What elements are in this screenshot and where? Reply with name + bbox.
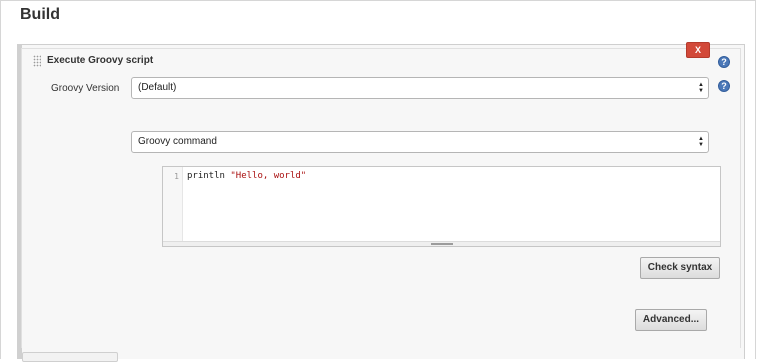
- groovy-version-value: (Default): [138, 82, 177, 93]
- groovy-version-select[interactable]: (Default) ▲ ▼: [131, 77, 709, 99]
- section-title: Build: [20, 6, 60, 23]
- code-line[interactable]: println "Hello, world": [187, 171, 306, 181]
- check-syntax-button[interactable]: Check syntax: [640, 257, 720, 279]
- delete-step-button[interactable]: X: [686, 42, 710, 58]
- line-number: 1: [174, 172, 179, 181]
- groovy-command-editor[interactable]: 1 println "Hello, world": [162, 166, 721, 247]
- code-string: "Hello, world": [230, 171, 307, 181]
- editor-gutter: 1: [163, 167, 183, 246]
- script-source-value: Groovy command: [138, 136, 217, 147]
- step-title: Execute Groovy script: [47, 55, 154, 66]
- code-keyword: println: [187, 171, 225, 181]
- resize-grip-icon: [431, 243, 453, 245]
- select-arrows-icon: ▲ ▼: [698, 136, 704, 148]
- script-source-select[interactable]: Groovy command ▲ ▼: [131, 131, 709, 153]
- select-arrows-icon: ▲ ▼: [698, 82, 704, 94]
- editor-resize-handle[interactable]: [163, 241, 720, 246]
- next-section-tab: [22, 352, 118, 362]
- help-icon[interactable]: ?: [718, 56, 730, 68]
- advanced-button[interactable]: Advanced...: [635, 309, 707, 331]
- groovy-version-label: Groovy Version: [51, 83, 120, 94]
- help-icon[interactable]: ?: [718, 80, 730, 92]
- drag-handle-icon[interactable]: [33, 55, 41, 67]
